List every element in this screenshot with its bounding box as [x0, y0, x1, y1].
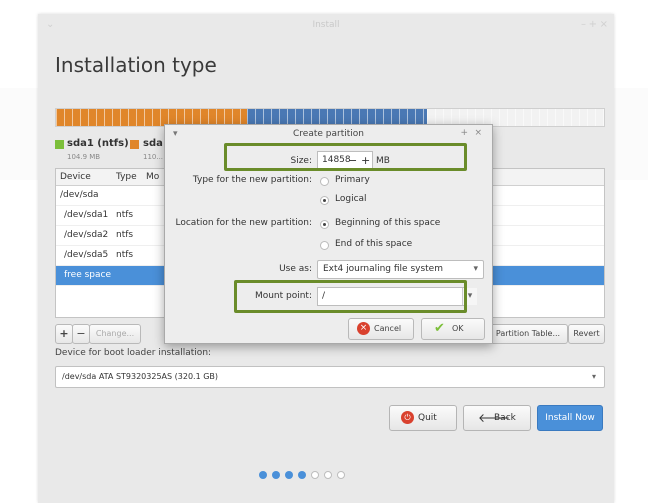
row-device: /dev/sda5 — [64, 250, 109, 260]
location-end-radio[interactable] — [320, 241, 329, 250]
revert-button[interactable]: Revert — [568, 324, 605, 344]
progress-dot-filled — [298, 471, 306, 479]
quit-button[interactable]: ⏻ Quit — [389, 405, 457, 431]
ok-label: OK — [452, 324, 464, 333]
dialog-title: Create partition — [293, 129, 364, 139]
legend-size-sda: 110... — [143, 153, 164, 161]
mount-point-highlight-box — [234, 280, 467, 313]
new-partition-table-button[interactable]: Partition Table... — [488, 324, 568, 344]
maximize-button[interactable]: + — [589, 19, 597, 30]
quit-label: Quit — [418, 413, 437, 423]
type-label: Type for the new partition: — [192, 175, 312, 185]
location-label: Location for the new partition: — [175, 218, 313, 228]
row-type: ntfs — [116, 250, 134, 260]
location-beginning-label: Beginning of this space — [335, 218, 441, 228]
checkmark-icon: ✔ — [434, 321, 445, 336]
minimize-button[interactable]: – — [581, 19, 586, 30]
progress-dot-filled — [285, 471, 293, 479]
legend-swatch-sda — [130, 140, 139, 149]
cancel-button[interactable]: × Cancel — [348, 318, 414, 340]
legend-name-sda: sda — [143, 138, 163, 149]
cancel-icon: × — [357, 322, 370, 335]
chevron-down-icon: ▾ — [473, 264, 478, 274]
change-partition-button[interactable]: Change... — [89, 324, 141, 344]
row-device: free space — [64, 270, 112, 280]
row-type: ntfs — [116, 210, 134, 220]
location-beginning-radio[interactable] — [320, 220, 329, 229]
row-device: /dev/sda2 — [64, 230, 109, 240]
row-type: ntfs — [116, 230, 134, 240]
type-logical-radio[interactable] — [320, 196, 329, 205]
progress-dot-empty — [311, 471, 319, 479]
progress-dot-filled — [272, 471, 280, 479]
window-menu-icon[interactable]: ⌄ — [46, 19, 54, 30]
title-bar: Install ⌄ – + × — [38, 14, 614, 38]
dialog-maximize-button[interactable]: + — [460, 128, 468, 138]
use-as-select[interactable]: Ext4 journaling file system ▾ — [317, 260, 484, 279]
type-logical-label: Logical — [335, 194, 367, 204]
remove-partition-button[interactable]: − — [72, 324, 90, 344]
header-type[interactable]: Type — [116, 172, 137, 182]
use-as-value: Ext4 journaling file system — [323, 264, 443, 274]
bootloader-value: /dev/sda ATA ST9320325AS (320.1 GB) — [62, 372, 219, 381]
row-device: /dev/sda — [60, 190, 99, 200]
close-button[interactable]: × — [600, 19, 608, 30]
progress-dot-filled — [259, 471, 267, 479]
ok-button[interactable]: ✔ OK — [421, 318, 485, 340]
bootloader-label: Device for boot loader installation: — [55, 348, 212, 358]
use-as-label: Use as: — [279, 264, 312, 274]
header-mount[interactable]: Mo — [146, 172, 159, 182]
bootloader-select[interactable]: /dev/sda ATA ST9320325AS (320.1 GB) ▾ — [55, 366, 605, 388]
type-primary-label: Primary — [335, 175, 370, 185]
page-title: Installation type — [55, 53, 217, 77]
legend-swatch-sda1 — [55, 140, 64, 149]
window-title: Install — [312, 20, 340, 30]
progress-dot-empty — [324, 471, 332, 479]
header-device[interactable]: Device — [60, 172, 91, 182]
size-highlight-box — [224, 143, 467, 171]
chevron-down-icon: ▾ — [591, 372, 596, 381]
type-primary-radio[interactable] — [320, 177, 329, 186]
dialog-close-button[interactable]: × — [474, 128, 482, 138]
install-now-button[interactable]: Install Now — [537, 405, 603, 431]
location-end-label: End of this space — [335, 239, 413, 249]
progress-dots — [259, 471, 345, 479]
cancel-label: Cancel — [374, 324, 402, 333]
back-label: Back — [494, 413, 516, 423]
row-device: /dev/sda1 — [64, 210, 109, 220]
progress-dot-empty — [337, 471, 345, 479]
legend-name-sda1: sda1 (ntfs) — [67, 138, 129, 149]
legend-size-sda1: 104.9 MB — [67, 153, 101, 161]
back-button[interactable]: 🡐 Back — [463, 405, 531, 431]
power-icon: ⏻ — [401, 411, 414, 424]
add-partition-button[interactable]: + — [55, 324, 73, 344]
